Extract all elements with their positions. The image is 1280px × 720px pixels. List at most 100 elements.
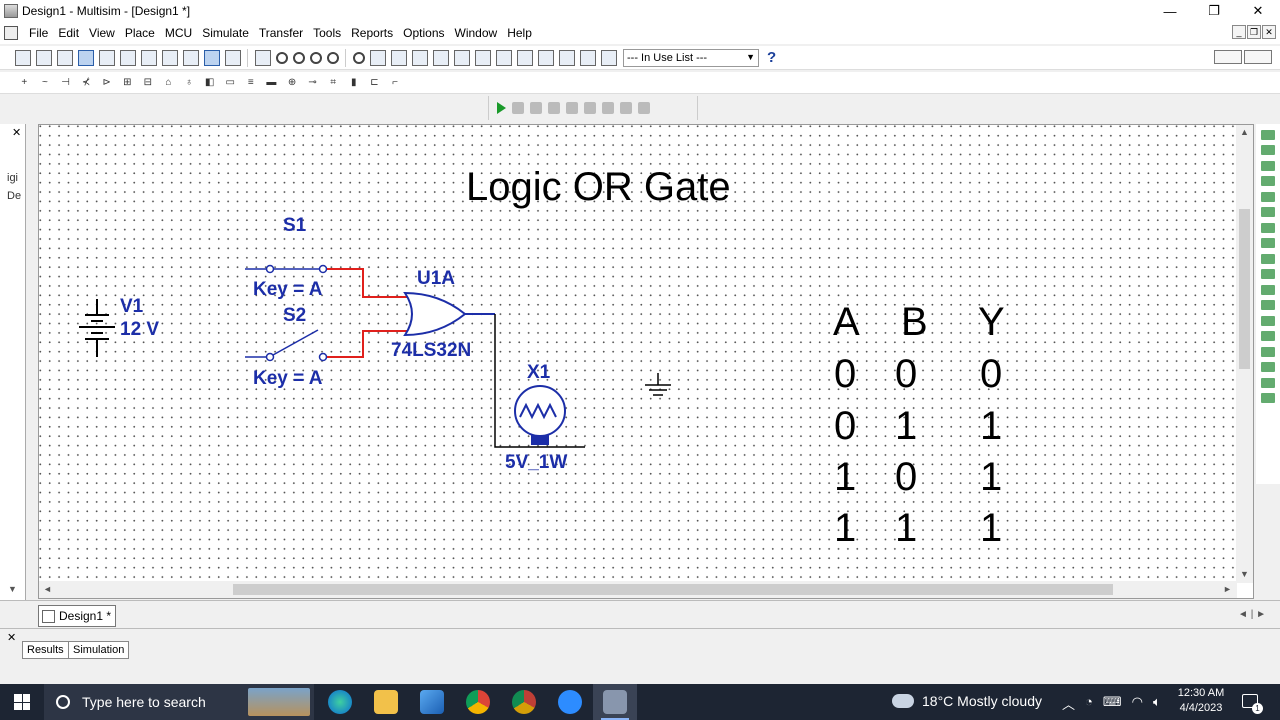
place-analog-icon[interactable]: ⊳ bbox=[100, 76, 114, 90]
menu-simulate[interactable]: Simulate bbox=[197, 26, 254, 40]
database-manager-icon[interactable] bbox=[432, 49, 449, 66]
zoom-app-icon[interactable] bbox=[558, 690, 582, 714]
iv-analyzer-icon[interactable] bbox=[1261, 284, 1275, 295]
stop-simulation-icon[interactable] bbox=[530, 102, 542, 114]
scroll-up-icon[interactable]: ▲ bbox=[1240, 127, 1249, 137]
place-ttl-icon[interactable]: ⊞ bbox=[120, 76, 134, 90]
four-channel-oscilloscope-icon[interactable] bbox=[1261, 191, 1275, 202]
print-icon[interactable] bbox=[98, 49, 115, 66]
select-area-icon[interactable] bbox=[537, 49, 554, 66]
menu-edit[interactable]: Edit bbox=[53, 26, 84, 40]
component-wizard-icon[interactable] bbox=[453, 49, 470, 66]
undo-icon[interactable] bbox=[203, 49, 220, 66]
cut-icon[interactable] bbox=[140, 49, 157, 66]
ground-symbol[interactable] bbox=[645, 373, 671, 396]
zoom-in-icon[interactable] bbox=[275, 51, 288, 64]
place-cmos-icon[interactable]: ⊟ bbox=[141, 76, 155, 90]
transfer-icon[interactable] bbox=[579, 49, 596, 66]
chrome-profile-icon[interactable] bbox=[512, 690, 536, 714]
menu-help[interactable]: Help bbox=[502, 26, 537, 40]
frequency-counter-icon[interactable] bbox=[1261, 222, 1275, 233]
open-sample-icon[interactable] bbox=[56, 49, 73, 66]
oscilloscope-icon[interactable] bbox=[1261, 176, 1275, 186]
vertical-scrollbar[interactable]: ▲ ▼ bbox=[1236, 125, 1253, 583]
close-icon[interactable]: ✕ bbox=[12, 126, 21, 139]
distortion-analyzer-icon[interactable] bbox=[1261, 300, 1275, 310]
back-annotate-icon[interactable] bbox=[558, 49, 575, 66]
place-mcu-icon[interactable]: ⌗ bbox=[326, 76, 340, 90]
mdi-restore-button[interactable]: ❐ bbox=[1247, 25, 1261, 39]
agilent-instrument-icon[interactable] bbox=[1261, 346, 1275, 357]
wattmeter-icon[interactable] bbox=[1261, 160, 1275, 171]
taskbar-clock[interactable]: 12:30 AM 4/4/2023 bbox=[1170, 686, 1232, 716]
vertical-scroll-thumb[interactable] bbox=[1239, 209, 1250, 369]
scroll-down-icon[interactable]: ▼ bbox=[1240, 569, 1249, 579]
schematic-canvas[interactable]: Logic OR Gate S1 Key = A S2 Key = A U1A … bbox=[39, 125, 1237, 583]
edge-browser-icon[interactable] bbox=[328, 690, 352, 714]
volume-icon[interactable]: 🔈︎ bbox=[1153, 694, 1161, 713]
function-generator-icon[interactable] bbox=[1261, 145, 1275, 155]
zoom-area-icon[interactable] bbox=[309, 51, 322, 64]
print-preview-icon[interactable] bbox=[119, 49, 136, 66]
tab-design1[interactable]: Design1 * bbox=[38, 605, 117, 627]
zoom-sheet-icon[interactable] bbox=[326, 51, 339, 64]
battery-v1-symbol[interactable] bbox=[79, 299, 115, 357]
chevron-up-icon[interactable]: ︿ bbox=[1062, 694, 1075, 713]
menu-reports[interactable]: Reports bbox=[346, 26, 398, 40]
menu-place[interactable]: Place bbox=[120, 26, 160, 40]
scroll-down-icon[interactable]: ▼ bbox=[8, 584, 17, 594]
multimeter-icon[interactable] bbox=[1261, 129, 1275, 140]
save-icon[interactable] bbox=[77, 49, 94, 66]
place-power-icon[interactable]: ▭ bbox=[223, 76, 237, 90]
menu-mcu[interactable]: MCU bbox=[160, 26, 197, 40]
place-mixed-icon[interactable]: ♁ bbox=[182, 76, 196, 90]
in-use-list-dropdown[interactable]: --- In Use List --- ▼ bbox=[623, 48, 759, 67]
run-simulation-icon[interactable] bbox=[497, 102, 506, 114]
menu-file[interactable]: File bbox=[24, 26, 53, 40]
forward-annotate-icon[interactable] bbox=[600, 49, 617, 66]
mail-app-icon[interactable] bbox=[420, 690, 444, 714]
current-probe-icon[interactable] bbox=[1261, 393, 1275, 403]
multisim-taskbar-button[interactable] bbox=[593, 684, 637, 720]
step-over-icon[interactable] bbox=[584, 102, 596, 114]
close-button[interactable]: ✕ bbox=[1236, 0, 1280, 22]
pause-simulation-icon[interactable] bbox=[512, 102, 524, 114]
scroll-right-icon[interactable]: ► bbox=[1223, 584, 1232, 594]
switch-s2-symbol[interactable] bbox=[245, 329, 328, 362]
step-into-icon[interactable] bbox=[566, 102, 578, 114]
tab-simulation[interactable]: Simulation bbox=[68, 641, 130, 659]
mdi-close-button[interactable]: ✕ bbox=[1262, 25, 1276, 39]
place-electromechanical-icon[interactable]: ⊸ bbox=[306, 76, 320, 90]
horizontal-scrollbar[interactable]: ◄ ► bbox=[39, 581, 1237, 598]
electrical-rules-check-icon[interactable] bbox=[495, 49, 512, 66]
place-misc-icon[interactable]: ≡ bbox=[244, 76, 258, 90]
place-connector-icon[interactable]: ⌐ bbox=[388, 76, 402, 90]
scroll-left-icon[interactable]: ◄ bbox=[43, 584, 52, 594]
menu-options[interactable]: Options bbox=[398, 26, 449, 40]
place-transistor-icon[interactable]: ⊀ bbox=[79, 76, 93, 90]
spectrum-analyzer-icon[interactable] bbox=[1261, 315, 1275, 326]
copy-icon[interactable] bbox=[161, 49, 178, 66]
step-out-icon[interactable] bbox=[602, 102, 614, 114]
logic-converter-icon[interactable] bbox=[1261, 253, 1275, 264]
mdi-minimize-button[interactable]: _ bbox=[1232, 25, 1246, 39]
document-menu-icon[interactable] bbox=[4, 26, 18, 40]
view-toggle-icon[interactable] bbox=[1214, 50, 1242, 64]
windows-start-icon[interactable] bbox=[14, 694, 30, 710]
place-hierarchical-block-icon[interactable]: ▮ bbox=[347, 76, 361, 90]
toggle-breakpoint-icon[interactable] bbox=[638, 102, 650, 114]
new-icon[interactable] bbox=[14, 49, 31, 66]
file-explorer-icon[interactable] bbox=[374, 690, 398, 714]
menu-view[interactable]: View bbox=[84, 26, 120, 40]
language-icon[interactable]: ⌨ bbox=[1103, 694, 1122, 713]
lamp-x1-symbol[interactable] bbox=[514, 385, 566, 445]
labview-instrument-icon[interactable] bbox=[1261, 377, 1275, 388]
chrome-icon[interactable] bbox=[466, 690, 490, 714]
postprocessor-icon[interactable] bbox=[474, 49, 491, 66]
wifi-icon[interactable]: ◠ bbox=[1132, 694, 1143, 713]
toggle-fullscreen-icon[interactable] bbox=[254, 49, 271, 66]
or-gate-u1a-symbol[interactable] bbox=[403, 291, 495, 337]
place-bus-icon[interactable]: ⊏ bbox=[367, 76, 381, 90]
spreadsheet-view-icon[interactable] bbox=[369, 49, 386, 66]
menu-window[interactable]: Window bbox=[450, 26, 503, 40]
